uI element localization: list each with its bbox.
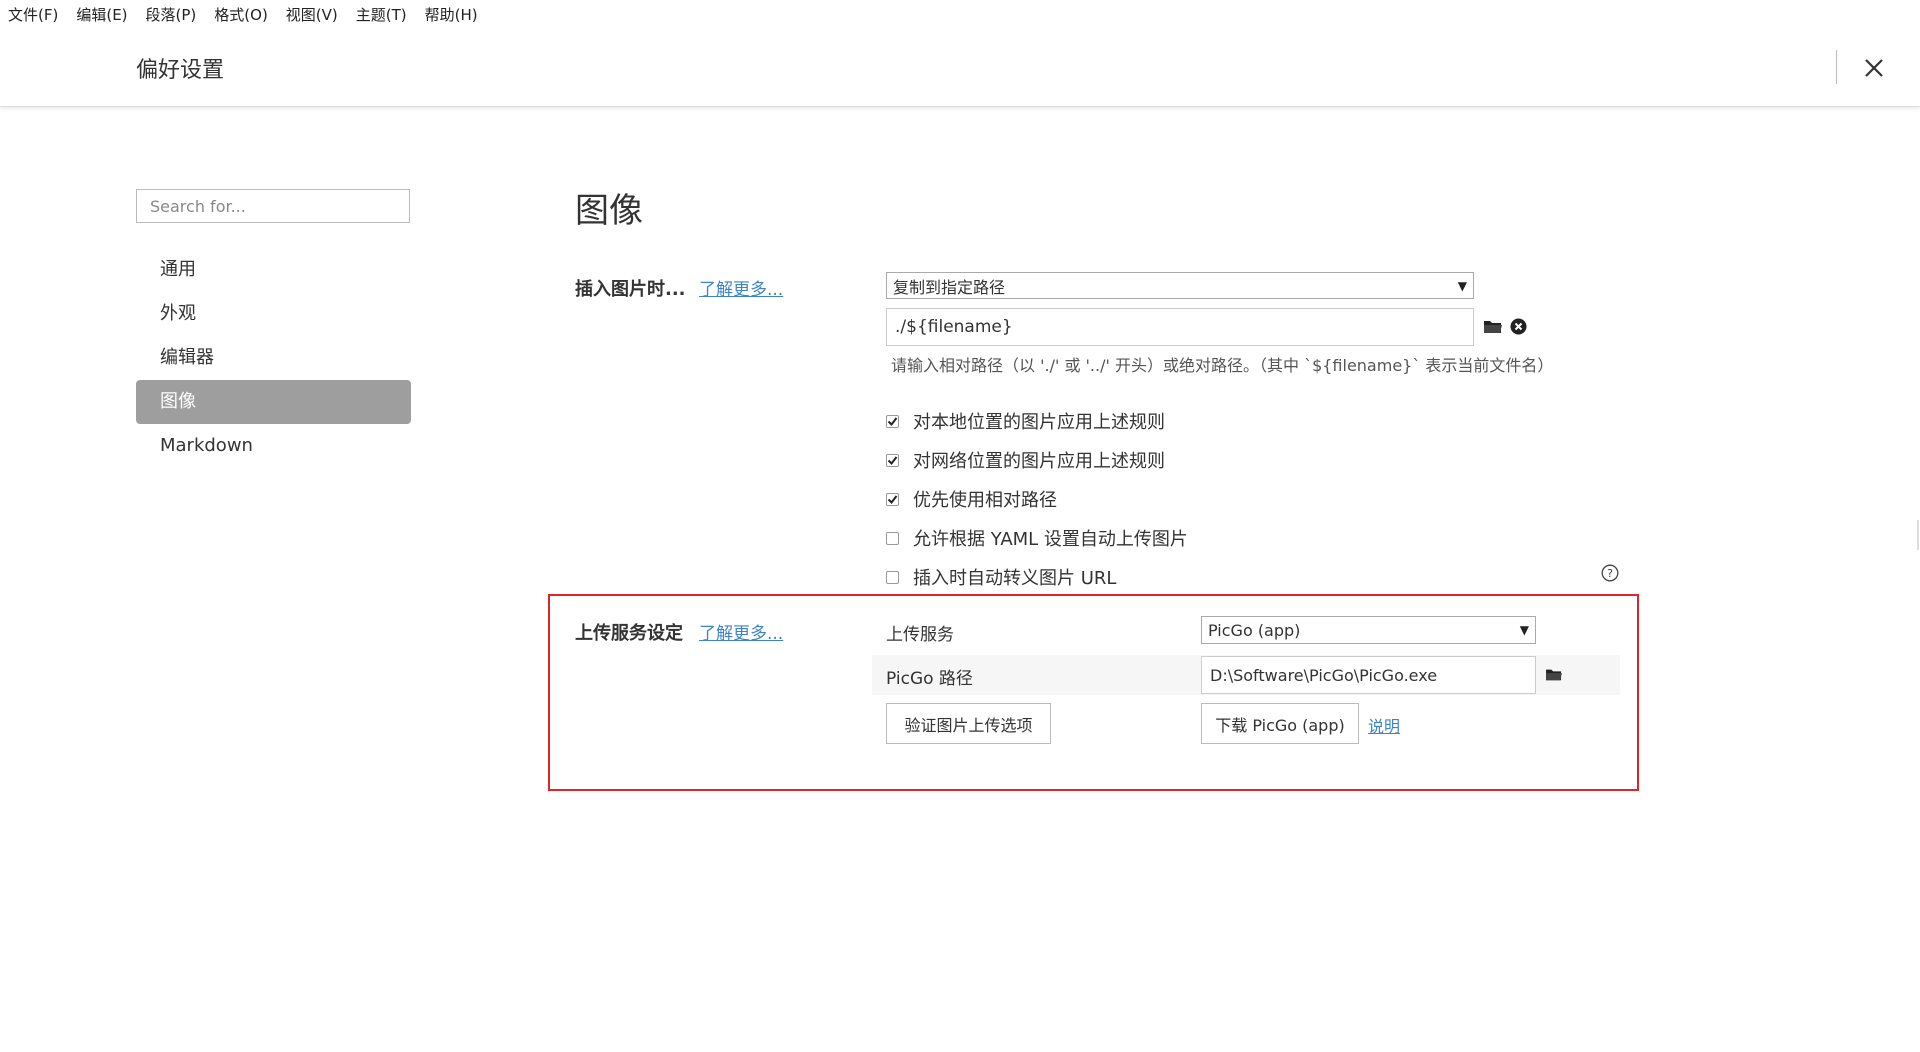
menu-help[interactable]: 帮助(H) <box>416 4 487 25</box>
menu-view[interactable]: 视图(V) <box>277 4 347 25</box>
close-icon[interactable] <box>1858 52 1890 84</box>
checkbox[interactable] <box>886 531 899 545</box>
check-icon <box>887 494 898 504</box>
check-icon <box>887 416 898 426</box>
folder-icon[interactable] <box>1483 318 1503 335</box>
check-icon <box>887 455 898 465</box>
upload-service-label: 上传服务 <box>886 625 954 645</box>
checkbox-label: 优先使用相对路径 <box>913 490 1057 511</box>
checkbox-label: 允许根据 YAML 设置自动上传图片 <box>913 529 1188 550</box>
menu-edit[interactable]: 编辑(E) <box>67 4 136 25</box>
picgo-path-label: PicGo 路径 <box>886 669 973 689</box>
sidebar-item-editor[interactable]: 编辑器 <box>136 336 411 380</box>
insert-action-select[interactable]: 复制到指定路径 ▼ <box>886 272 1474 299</box>
image-path-input[interactable] <box>886 308 1474 346</box>
clear-icon[interactable] <box>1510 318 1527 335</box>
page-title: 偏好设置 <box>136 58 225 83</box>
checkbox[interactable] <box>886 453 899 467</box>
help-icon[interactable]: ? <box>1601 564 1619 582</box>
menu-theme[interactable]: 主题(T) <box>347 4 416 25</box>
insert-learn-more-link[interactable]: 了解更多... <box>699 275 783 300</box>
search-input[interactable] <box>136 189 410 223</box>
insert-image-label: 插入图片时... <box>575 279 686 300</box>
upload-learn-more-link[interactable]: 了解更多... <box>699 619 783 644</box>
sidebar-item-markdown[interactable]: Markdown <box>136 424 411 468</box>
checkbox-row[interactable]: 对网络位置的图片应用上述规则 <box>886 447 1165 473</box>
checkbox-row[interactable]: 对本地位置的图片应用上述规则 <box>886 408 1165 434</box>
checkbox[interactable] <box>886 570 899 584</box>
header-divider <box>1836 50 1837 84</box>
scrollbar[interactable] <box>1917 520 1919 550</box>
checkbox[interactable] <box>886 492 899 506</box>
checkbox-label: 对网络位置的图片应用上述规则 <box>913 451 1165 472</box>
sidebar-item-general[interactable]: 通用 <box>136 248 411 292</box>
checkbox-row[interactable]: 优先使用相对路径 <box>886 486 1057 512</box>
download-picgo-button[interactable]: 下载 PicGo (app) <box>1201 703 1359 744</box>
sidebar-item-appearance[interactable]: 外观 <box>136 292 411 336</box>
menu-format[interactable]: 格式(O) <box>205 4 277 25</box>
insert-action-value: 复制到指定路径 <box>893 277 1006 297</box>
checkbox-label: 插入时自动转义图片 URL <box>913 568 1117 589</box>
chevron-down-icon: ▼ <box>1457 278 1467 293</box>
checkbox-row[interactable]: 插入时自动转义图片 URL <box>886 564 1116 590</box>
preferences-header: 偏好设置 <box>0 28 1920 107</box>
sidebar-nav: 通用 外观 编辑器 图像 Markdown <box>136 248 411 468</box>
menu-bar: 文件(F) 编辑(E) 段落(P) 格式(O) 视图(V) 主题(T) 帮助(H… <box>0 0 1920 28</box>
section-title: 图像 <box>575 191 643 231</box>
menu-file[interactable]: 文件(F) <box>0 4 67 25</box>
checkbox[interactable] <box>886 414 899 428</box>
upload-settings-label: 上传服务设定 <box>575 623 683 644</box>
sidebar-item-image[interactable]: 图像 <box>136 380 411 424</box>
help-link[interactable]: 说明 <box>1368 713 1400 737</box>
checkbox-row[interactable]: 允许根据 YAML 设置自动上传图片 <box>886 525 1188 551</box>
menu-paragraph[interactable]: 段落(P) <box>137 4 206 25</box>
upload-service-value: PicGo (app) <box>1208 620 1301 640</box>
picgo-path-input[interactable] <box>1201 656 1536 694</box>
checkbox-label: 对本地位置的图片应用上述规则 <box>913 412 1165 433</box>
svg-text:?: ? <box>1607 567 1613 580</box>
upload-service-select[interactable]: PicGo (app) ▼ <box>1201 616 1536 644</box>
path-hint: 请输入相对路径（以 './' 或 '../' 开头）或绝对路径。（其中 `${f… <box>891 356 1554 375</box>
verify-upload-button[interactable]: 验证图片上传选项 <box>886 703 1051 744</box>
folder-icon[interactable] <box>1545 667 1563 682</box>
chevron-down-icon: ▼ <box>1519 623 1529 637</box>
